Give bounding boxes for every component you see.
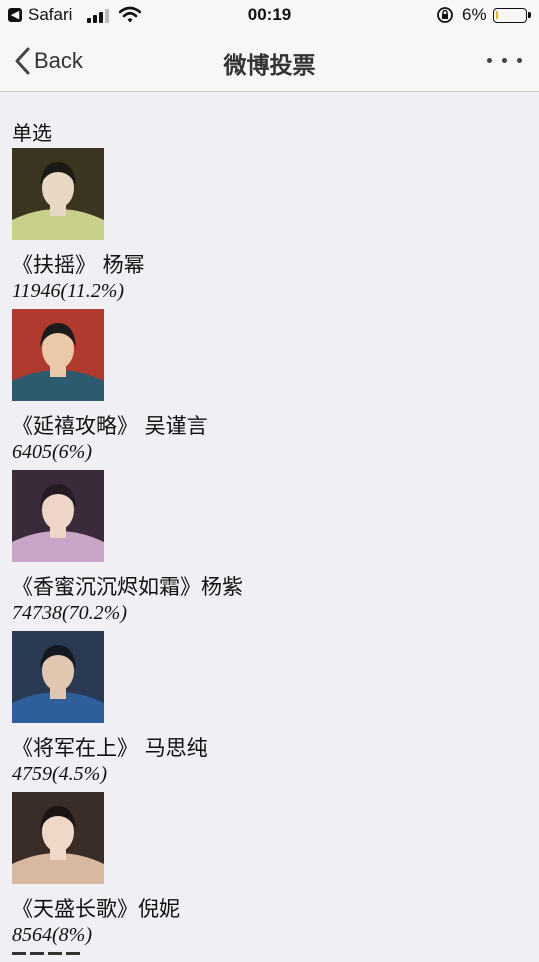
battery-fill <box>496 11 498 19</box>
option-thumbnail[interactable] <box>12 309 104 401</box>
option-label: 《扶摇》 杨幂 <box>12 253 145 277</box>
poll-option[interactable]: 《香蜜沉沉烬如霜》杨紫 74738(70.2%) <box>12 470 512 631</box>
vote-type-label: 单选 <box>12 121 52 145</box>
option-thumbnail[interactable] <box>12 631 104 723</box>
option-thumbnail[interactable] <box>12 470 104 562</box>
poll-option[interactable]: 《天盛长歌》倪妮 8564(8%) <box>12 792 512 953</box>
battery-percent: 6% <box>462 5 487 24</box>
option-vote-result: 8564(8%) <box>12 924 92 946</box>
option-label: 《天盛长歌》倪妮 <box>12 897 180 921</box>
option-label: 《延禧攻略》 吴谨言 <box>12 414 208 438</box>
page-title: 微博投票 <box>223 53 316 79</box>
option-vote-result: 74738(70.2%) <box>12 602 127 624</box>
navigation-bar: Back 微博投票 <box>0 32 539 92</box>
option-thumbnail[interactable] <box>12 148 104 240</box>
poll-content: 单选 《扶摇》 杨幂 11946(11.2%) 《延禧攻略》 吴谨言 6405(6%)… <box>0 92 539 960</box>
status-time: 00:19 <box>247 5 292 24</box>
option-vote-result: 11946(11.2%) <box>12 280 125 302</box>
option-label: 《将军在上》 马思纯 <box>12 736 208 760</box>
partial-next-option <box>12 952 102 962</box>
poll-option[interactable]: 《延禧攻略》 吴谨言 6405(6%) <box>12 309 512 470</box>
more-icon[interactable] <box>487 54 523 68</box>
poll-option[interactable]: 《扶摇》 杨幂 11946(11.2%) <box>12 148 512 309</box>
status-bar: ◀ Safari 00:19 6% <box>0 0 539 32</box>
option-vote-result: 6405(6%) <box>12 441 92 463</box>
option-label: 《香蜜沉沉烬如霜》杨紫 <box>12 575 243 599</box>
option-thumbnail[interactable] <box>12 792 104 884</box>
poll-option[interactable]: 《将军在上》 马思纯 4759(4.5%) <box>12 631 512 792</box>
rotation-lock-icon <box>437 7 453 23</box>
battery-icon <box>493 8 531 23</box>
option-vote-result: 4759(4.5%) <box>12 763 107 785</box>
